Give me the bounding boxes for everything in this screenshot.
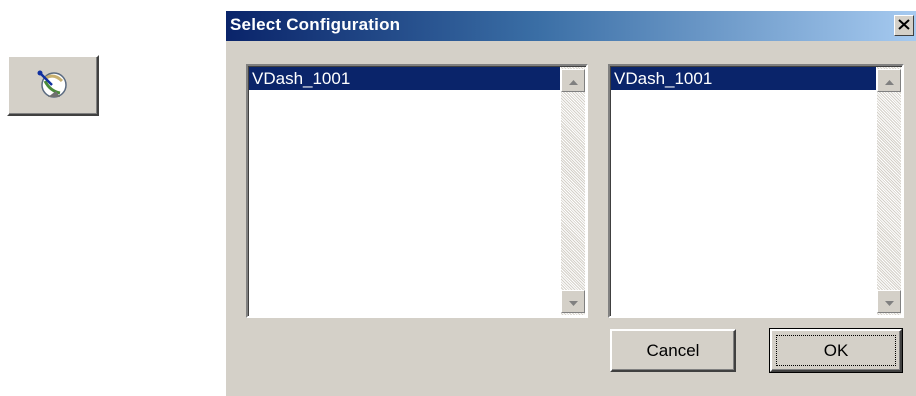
left-list-items: VDash_1001 xyxy=(249,67,560,315)
ok-button[interactable]: OK xyxy=(769,328,903,373)
right-list-scrollbar[interactable] xyxy=(877,67,901,315)
dialog-title: Select Configuration xyxy=(230,15,401,34)
scroll-up-button[interactable] xyxy=(877,69,901,92)
arrow-down-icon xyxy=(568,293,578,311)
close-icon xyxy=(898,17,910,35)
list-item[interactable]: VDash_1001 xyxy=(249,67,560,90)
arrow-up-icon xyxy=(568,72,578,90)
arrow-down-icon xyxy=(884,293,894,311)
dialog-titlebar: Select Configuration xyxy=(226,11,916,41)
left-list-scrollbar[interactable] xyxy=(561,67,585,315)
list-item[interactable]: VDash_1001 xyxy=(611,67,876,90)
cancel-button[interactable]: Cancel xyxy=(610,329,736,372)
configuration-list-right[interactable]: VDash_1001 xyxy=(608,64,904,318)
configuration-launcher-button[interactable] xyxy=(7,55,99,116)
close-button[interactable] xyxy=(894,15,914,36)
scroll-down-button[interactable] xyxy=(877,290,901,313)
arrow-up-icon xyxy=(884,72,894,90)
list-item-label: VDash_1001 xyxy=(614,69,713,88)
select-configuration-dialog: Select Configuration VDash_1001 VDash_10… xyxy=(226,11,916,396)
satellite-dish-icon xyxy=(36,69,70,103)
right-list-items: VDash_1001 xyxy=(611,67,876,315)
cancel-button-label: Cancel xyxy=(646,340,700,360)
list-item-label: VDash_1001 xyxy=(252,69,351,88)
ok-button-label: OK xyxy=(823,340,849,360)
scroll-up-button[interactable] xyxy=(561,69,585,92)
scroll-down-button[interactable] xyxy=(561,290,585,313)
configuration-list-left[interactable]: VDash_1001 xyxy=(246,64,588,318)
